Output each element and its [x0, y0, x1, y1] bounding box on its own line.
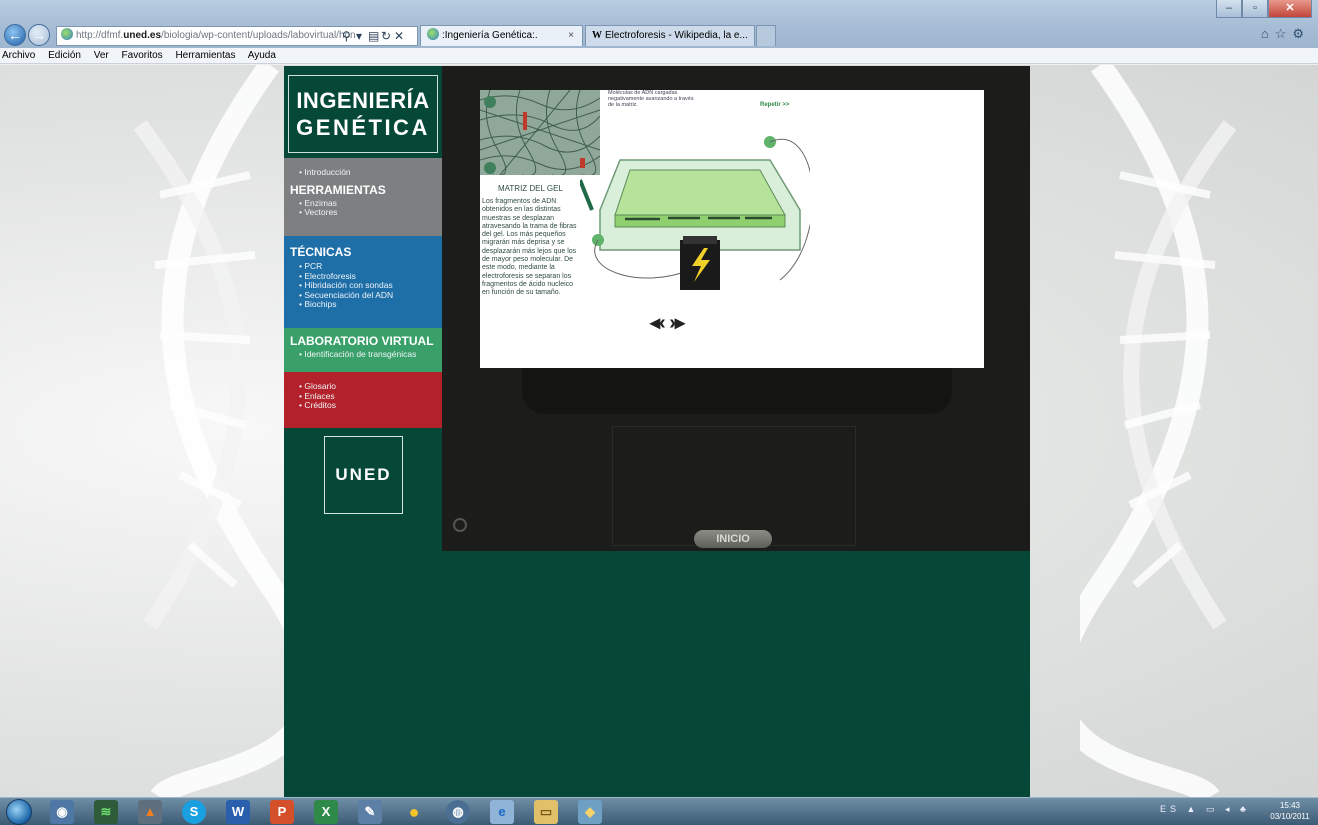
nav-heading-herramientas[interactable]: HERRAMIENTAS	[284, 183, 442, 197]
address-domain: uned.es	[123, 30, 162, 41]
site-title-line1: INGENIERÍA	[296, 88, 430, 113]
wikipedia-icon: W	[592, 30, 602, 41]
tab-label: Electroforesis - Wikipedia, la e...	[605, 30, 748, 41]
electrophoresis-chamber-diagram	[580, 136, 810, 290]
menu-ayuda[interactable]: Ayuda	[248, 50, 276, 61]
nav-section-tecnicas: TÉCNICAS PCR Electroforesis Hibridación …	[284, 236, 442, 328]
browser-taskbar-icon[interactable]: ◉	[50, 800, 74, 824]
tab-favicon-icon	[427, 28, 439, 40]
matrix-title: MATRIZ DEL GEL	[498, 184, 563, 193]
nav-section-extras: Glosario Enlaces Créditos	[284, 372, 442, 428]
explanation-text: Los fragmentos de ADN obtenidos en las d…	[482, 198, 577, 297]
browser-title-bar: – ▫ ✕ ← → http://dfmf.uned.es/biologia/w…	[0, 0, 1318, 48]
powerpoint-icon[interactable]: P	[270, 800, 294, 824]
inicio-button[interactable]: INICIO	[694, 530, 772, 548]
site-title-line2: GENÉTICA	[296, 115, 430, 140]
nav-section-herramientas: Introducción HERRAMIENTAS Enzimas Vector…	[284, 158, 442, 236]
dna-helix-right	[1080, 65, 1237, 797]
menu-edicion[interactable]: Edición	[48, 50, 81, 61]
language-indicator[interactable]: ES	[1160, 804, 1180, 814]
site-container: INGENIERÍA GENÉTICA Introducción HERRAMI…	[284, 66, 1030, 797]
spotify-icon[interactable]: ≋	[94, 800, 118, 824]
address-prefix: http://dfmf.	[76, 30, 124, 41]
menu-herramientas[interactable]: Herramientas	[175, 50, 235, 61]
compat-view-icon[interactable]: ▤	[368, 26, 379, 46]
word-icon[interactable]: W	[226, 800, 250, 824]
maximize-icon[interactable]: ▫	[1242, 0, 1268, 18]
address-bar[interactable]: http://dfmf.uned.es/biologia/wp-content/…	[56, 26, 418, 46]
dna-helix-left	[133, 65, 290, 797]
forward-button[interactable]: →	[28, 24, 50, 46]
nav-section-laboratorio: LABORATORIO VIRTUAL Identificación de tr…	[284, 328, 442, 372]
internet-explorer-icon[interactable]: e	[490, 800, 514, 824]
nav-link-creditos[interactable]: Créditos	[284, 400, 442, 411]
minimize-icon[interactable]: –	[1216, 0, 1242, 18]
power-icon[interactable]: ♣	[1240, 804, 1250, 814]
close-window-icon[interactable]: ✕	[1268, 0, 1312, 18]
lab-bench	[522, 366, 952, 414]
browser-tools: ⌂☆⚙	[1261, 26, 1310, 42]
nav-link-biochips[interactable]: Biochips	[284, 299, 442, 310]
site-title[interactable]: INGENIERÍA GENÉTICA	[288, 75, 438, 153]
favorites-star-icon[interactable]: ☆	[1275, 26, 1293, 41]
window-controls: – ▫ ✕	[1216, 0, 1312, 18]
notes-icon[interactable]: ✎	[358, 800, 382, 824]
tab-wikipedia[interactable]: W Electroforesis - Wikipedia, la e...	[585, 25, 755, 46]
skype-icon[interactable]: S	[182, 800, 206, 824]
excel-icon[interactable]: X	[314, 800, 338, 824]
lab-stage: Moléculas de ADN cargadas negativamente …	[442, 66, 1030, 551]
tab-ingenieria-genetica[interactable]: :Ingeniería Genética:. ×	[420, 25, 583, 46]
volume-icon[interactable]: ◂	[1225, 804, 1234, 814]
refresh-icon[interactable]: ↻	[381, 26, 391, 46]
close-tab-icon[interactable]: ×	[568, 26, 574, 46]
stop-icon[interactable]: ✕	[394, 26, 404, 46]
molecules-caption: Moléculas de ADN cargadas negativamente …	[608, 90, 694, 108]
uned-logo[interactable]: UNED	[324, 436, 403, 514]
menu-ver[interactable]: Ver	[94, 50, 109, 61]
photos-icon[interactable]: ◆	[578, 800, 602, 824]
site-sidebar: INGENIERÍA GENÉTICA Introducción HERRAMI…	[284, 66, 442, 797]
dropdown-icon[interactable]: ▾	[356, 26, 362, 46]
menu-favoritos[interactable]: Favoritos	[122, 50, 163, 61]
globe-app-icon[interactable]: ◍	[446, 800, 470, 824]
tab-label: :Ingeniería Genética:.	[442, 30, 538, 41]
lab-cabinet	[612, 426, 856, 546]
home-icon[interactable]: ⌂	[1261, 26, 1275, 41]
duck-app-icon[interactable]: ●	[402, 800, 426, 824]
nav-link-introduccion[interactable]: Introducción	[284, 167, 442, 178]
system-tray: ES ▲ ▭ ◂ ♣	[1160, 804, 1250, 815]
gear-icon[interactable]: ⚙	[1292, 26, 1310, 41]
clock[interactable]: 15:43 03/10/2011	[1270, 800, 1310, 822]
nav-heading-tecnicas[interactable]: TÉCNICAS	[284, 245, 442, 259]
slide-navigation-arrows[interactable]: ◂‹ ›▸	[650, 310, 685, 335]
nav-heading-laboratorio[interactable]: LABORATORIO VIRTUAL	[284, 334, 442, 348]
clock-date: 03/10/2011	[1270, 812, 1310, 821]
site-favicon-icon	[61, 28, 73, 40]
vlc-icon[interactable]: ▲	[138, 800, 162, 824]
file-explorer-icon[interactable]: ▭	[534, 800, 558, 824]
network-icon[interactable]: ▭	[1206, 804, 1219, 814]
start-button-icon[interactable]	[6, 799, 32, 825]
clock-time: 15:43	[1279, 801, 1301, 810]
menu-archivo[interactable]: Archivo	[2, 50, 35, 61]
menu-bar: Archivo Edición Ver Favoritos Herramient…	[0, 48, 1318, 64]
windows-taskbar: ◉ ≋ ▲ S W P X ✎ ● ◍ e ▭ ◆ ES ▲ ▭ ◂ ♣ 15:…	[0, 797, 1318, 825]
new-tab-button[interactable]	[756, 25, 776, 46]
search-icon[interactable]: ⚲	[342, 26, 351, 46]
home-circle-icon[interactable]	[453, 518, 467, 532]
nav-link-identificacion[interactable]: Identificación de transgénicas	[284, 349, 442, 360]
nav-link-vectores[interactable]: Vectores	[284, 207, 442, 218]
address-path: /biologia/wp-content/uploads/labovirtual…	[161, 30, 356, 41]
back-button[interactable]: ←	[4, 24, 26, 46]
repeat-link[interactable]: Repetir >>	[760, 102, 789, 108]
tray-expand-icon[interactable]: ▲	[1187, 804, 1200, 814]
electrophoresis-slide: Moléculas de ADN cargadas negativamente …	[480, 90, 984, 368]
